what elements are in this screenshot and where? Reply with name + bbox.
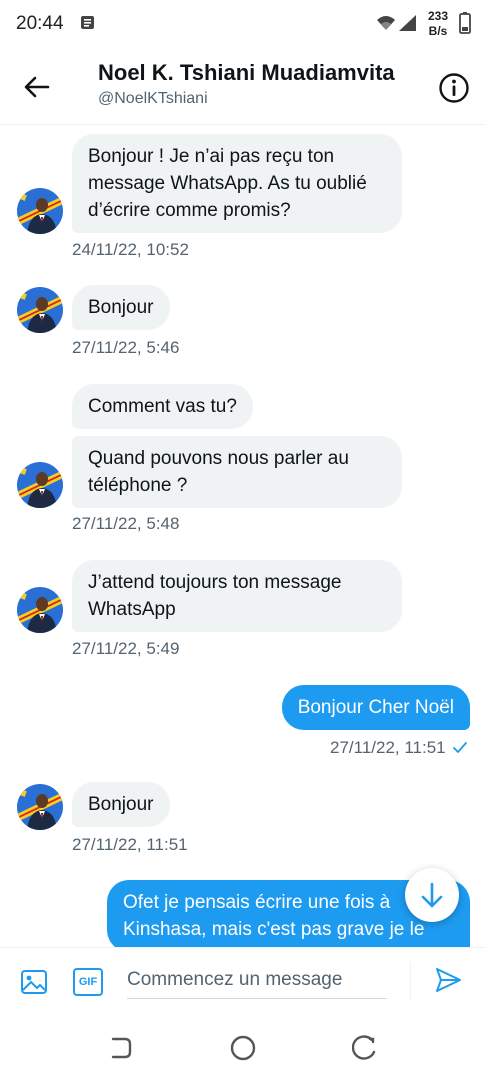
message-timestamp: 24/11/22, 10:52	[72, 240, 189, 259]
network-speed: 233 B/s	[428, 9, 448, 39]
read-check-icon	[453, 742, 467, 753]
message-bubble-incoming[interactable]: Quand pouvons nous parler au téléphone ?	[72, 436, 402, 508]
nav-back-icon[interactable]	[108, 1035, 134, 1061]
message-bubble-incoming[interactable]: Bonjour ! Je n’ai pas reçu ton message W…	[72, 134, 402, 233]
nav-home-icon[interactable]	[230, 1035, 256, 1061]
notification-icon	[81, 16, 94, 29]
message-input[interactable]	[127, 962, 387, 999]
gif-button[interactable]: GIF	[73, 968, 103, 996]
message-bubble-outgoing[interactable]: Bonjour Cher Noël	[281, 685, 470, 730]
contact-name[interactable]: Noel K. Tshiani Muadiamvita	[98, 60, 395, 86]
message-timestamp: 27/11/22, 5:49	[72, 639, 180, 658]
status-time: 20:44	[16, 13, 64, 34]
status-bar: 20:44 233 B/s	[0, 0, 486, 48]
wifi-icon	[377, 16, 395, 30]
contact-avatar[interactable]	[17, 462, 63, 508]
composer-divider	[410, 962, 411, 1000]
scroll-down-icon	[421, 882, 443, 908]
system-navigation-bar	[0, 1015, 486, 1080]
send-icon[interactable]	[434, 966, 462, 994]
nav-recent-icon[interactable]	[352, 1035, 378, 1061]
contact-avatar[interactable]	[17, 287, 63, 333]
message-bubble-incoming[interactable]: Bonjour	[72, 782, 170, 827]
contact-handle[interactable]: @NoelKTshiani	[98, 90, 208, 108]
message-bubble-incoming[interactable]: Bonjour	[72, 285, 170, 330]
message-timestamp: 27/11/22, 11:51	[72, 835, 188, 854]
signal-icon	[399, 15, 416, 31]
scroll-down-button[interactable]	[405, 868, 459, 922]
message-bubble-incoming[interactable]: Comment vas tu?	[72, 384, 253, 429]
message-bubble-incoming[interactable]: J’attend toujours ton message WhatsApp	[72, 560, 402, 632]
conversation-header: Noel K. Tshiani Muadiamvita @NoelKTshian…	[0, 48, 486, 125]
message-timestamp: 27/11/22, 5:46	[72, 338, 180, 357]
battery-icon	[459, 12, 471, 34]
back-arrow-icon[interactable]	[22, 72, 52, 102]
network-speed-value: 233	[428, 9, 449, 23]
contact-avatar[interactable]	[17, 188, 63, 234]
contact-avatar[interactable]	[17, 587, 63, 633]
message-composer: GIF	[0, 947, 486, 1016]
contact-avatar[interactable]	[17, 784, 63, 830]
info-icon[interactable]	[438, 72, 470, 104]
image-icon[interactable]	[20, 968, 48, 996]
message-timestamp: 27/11/22, 11:51	[330, 738, 446, 757]
gif-icon: GIF	[78, 976, 98, 988]
network-speed-unit: B/s	[428, 24, 448, 38]
message-timestamp: 27/11/22, 5:48	[72, 514, 180, 533]
